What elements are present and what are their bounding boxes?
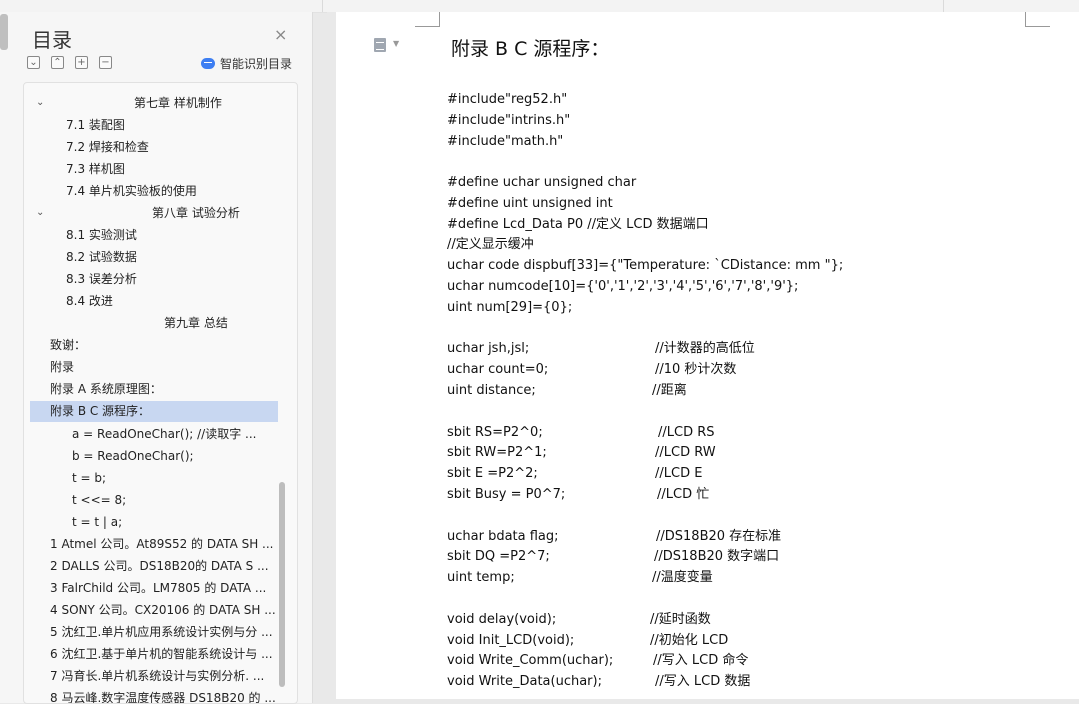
page-heading: 附录 B C 源程序： (451, 38, 610, 60)
toc-item[interactable]: t = b; (72, 468, 272, 489)
code-comment: //LCD 忙 (657, 487, 710, 502)
ai-icon (201, 58, 215, 69)
toc-item[interactable]: 4 SONY 公司。CX20106 的 DATA SH ... (50, 600, 276, 621)
sidebar-scrollbar[interactable] (0, 14, 8, 50)
code-line: #include"reg52.h" (447, 92, 568, 107)
toc-chapter-8[interactable]: 第八章 试验分析 (152, 203, 292, 224)
margin-marker-right (1025, 12, 1050, 27)
toc-item[interactable]: 致谢： (50, 335, 290, 356)
code-line: uint num[29]={0}; (447, 300, 573, 315)
toc-item-selected[interactable]: 附录 B C 源程序： (30, 401, 278, 422)
toc-item[interactable]: b = ReadOneChar(); (72, 446, 272, 467)
toc-item[interactable]: t = t | a; (72, 512, 272, 533)
code-comment: //LCD RS (658, 425, 715, 440)
code-line: uchar code dispbuf[33]={"Temperature: `C… (447, 258, 844, 273)
toc-item[interactable]: 8.4 改进 (66, 291, 286, 312)
code-line: sbit RS=P2^0; (447, 425, 543, 440)
code-line: #define Lcd_Data P0 //定义 LCD 数据端口 (447, 217, 709, 232)
code-comment: //DS18B20 数字端口 (654, 549, 780, 564)
margin-marker-left (415, 12, 440, 27)
code-comment: //初始化 LCD (650, 633, 729, 648)
chevron-down-icon[interactable]: ⌄ (36, 92, 44, 113)
toc-item[interactable]: 8.1 实验测试 (66, 225, 286, 246)
close-icon[interactable]: × (274, 26, 287, 44)
toc-item[interactable]: 7 冯育长.单片机系统设计与实例分析. ... (50, 666, 276, 687)
code-line: uchar jsh,jsl; (447, 341, 530, 356)
toolbar-segment (323, 0, 944, 12)
code-comment: //写入 LCD 数据 (655, 674, 751, 689)
code-line: //定义显示缓冲 (447, 237, 534, 252)
expand-all-icon[interactable]: ⌃ (51, 56, 64, 69)
code-line: uchar numcode[10]={'0','1','2','3','4','… (447, 279, 799, 294)
code-line: sbit E =P2^2; (447, 466, 538, 481)
toc-item[interactable]: 1 Atmel 公司。At89S52 的 DATA SH ... (50, 534, 276, 555)
code-line: uint temp; (447, 570, 515, 585)
caret-down-icon[interactable]: ▼ (393, 39, 399, 48)
code-line: void delay(void); (447, 612, 557, 627)
code-line: uchar count=0; (447, 362, 549, 377)
code-comment: //写入 LCD 命令 (653, 653, 749, 668)
toc-item[interactable]: 7.4 单片机实验板的使用 (66, 181, 286, 202)
toc-toolbar: ⌄ ⌃ + − (27, 56, 112, 69)
add-entry-icon[interactable]: + (75, 56, 88, 69)
remove-entry-icon[interactable]: − (99, 56, 112, 69)
toc-item[interactable]: 附录 A 系统原理图： (50, 379, 290, 400)
code-line: void Write_Comm(uchar); (447, 653, 614, 668)
toolbar-segment (0, 0, 323, 12)
toc-title: 目录 (32, 28, 72, 52)
toolbar-segment (944, 0, 1079, 12)
toc-item[interactable]: 7.2 焊接和检查 (66, 137, 286, 158)
toc-list: ⌄ 第七章 样机制作 7.1 装配图 7.2 焊接和检查 7.3 样机图 7.4… (23, 82, 298, 704)
toc-item[interactable]: 6 沈红卫.基于单片机的智能系统设计与 ... (50, 644, 276, 665)
document-icon[interactable] (374, 38, 386, 52)
bottom-edge (327, 699, 1079, 703)
code-line: sbit Busy = P0^7; (447, 487, 566, 502)
code-line: #include"intrins.h" (447, 113, 571, 128)
code-line: uint distance; (447, 383, 536, 398)
toc-item[interactable]: 3 FalrChild 公司。LM7805 的 DATA ... (50, 578, 276, 599)
toc-item[interactable]: a = ReadOneChar(); //读取字 ... (72, 424, 272, 445)
toc-item[interactable]: 5 沈红卫.单片机应用系统设计实例与分 ... (50, 622, 276, 643)
toc-item[interactable]: 8 马云峰.数字温度传感器 DS18B20 的 ... (50, 688, 276, 703)
code-comment: //距离 (652, 383, 687, 398)
chevron-down-icon[interactable]: ⌄ (36, 202, 44, 223)
code-comment: //LCD RW (655, 445, 716, 460)
code-comment: //温度变量 (652, 570, 713, 585)
code-comment: //LCD E (655, 466, 703, 481)
toc-chapter-7[interactable]: 第七章 样机制作 (134, 93, 284, 114)
code-line: uchar bdata flag; (447, 529, 559, 544)
code-line: sbit RW=P2^1; (447, 445, 547, 460)
code-comment: //计数器的高低位 (655, 341, 755, 356)
code-comment: //延时函数 (650, 612, 711, 627)
code-line: #define uchar unsigned char (447, 175, 637, 190)
toc-item[interactable]: 7.1 装配图 (66, 115, 286, 136)
code-comment: //10 秒计次数 (655, 362, 737, 377)
toc-chapter-9[interactable]: 第九章 总结 (164, 313, 284, 334)
code-line: sbit DQ =P2^7; (447, 549, 550, 564)
smart-toc-label: 智能识别目录 (220, 57, 293, 71)
toc-item[interactable]: 附录 (50, 357, 290, 378)
toc-item[interactable]: 7.3 样机图 (66, 159, 286, 180)
toc-scrollbar[interactable] (279, 482, 285, 687)
code-line: void Write_Data(uchar); (447, 674, 602, 689)
toc-item[interactable]: 8.2 试验数据 (66, 247, 286, 268)
code-line: #include"math.h" (447, 134, 564, 149)
code-line: void Init_LCD(void); (447, 633, 575, 648)
toc-sidebar: 目录 × ⌄ ⌃ + − 智能识别目录 ⌄ 第七章 样机制作 7.1 装配图 7… (0, 12, 313, 704)
toc-item[interactable]: 2 DALLS 公司。DS18B20的 DATA S ... (50, 556, 276, 577)
smart-toc-button[interactable]: 智能识别目录 (201, 55, 292, 72)
toc-item-label: 附录 B C 源程序： (50, 404, 151, 418)
code-line: #define uint unsigned int (447, 196, 613, 211)
collapse-all-icon[interactable]: ⌄ (27, 56, 40, 69)
code-comment: //DS18B20 存在标准 (656, 529, 782, 544)
toc-item[interactable]: 8.3 误差分析 (66, 269, 286, 290)
toc-item[interactable]: t <<= 8; (72, 490, 272, 511)
